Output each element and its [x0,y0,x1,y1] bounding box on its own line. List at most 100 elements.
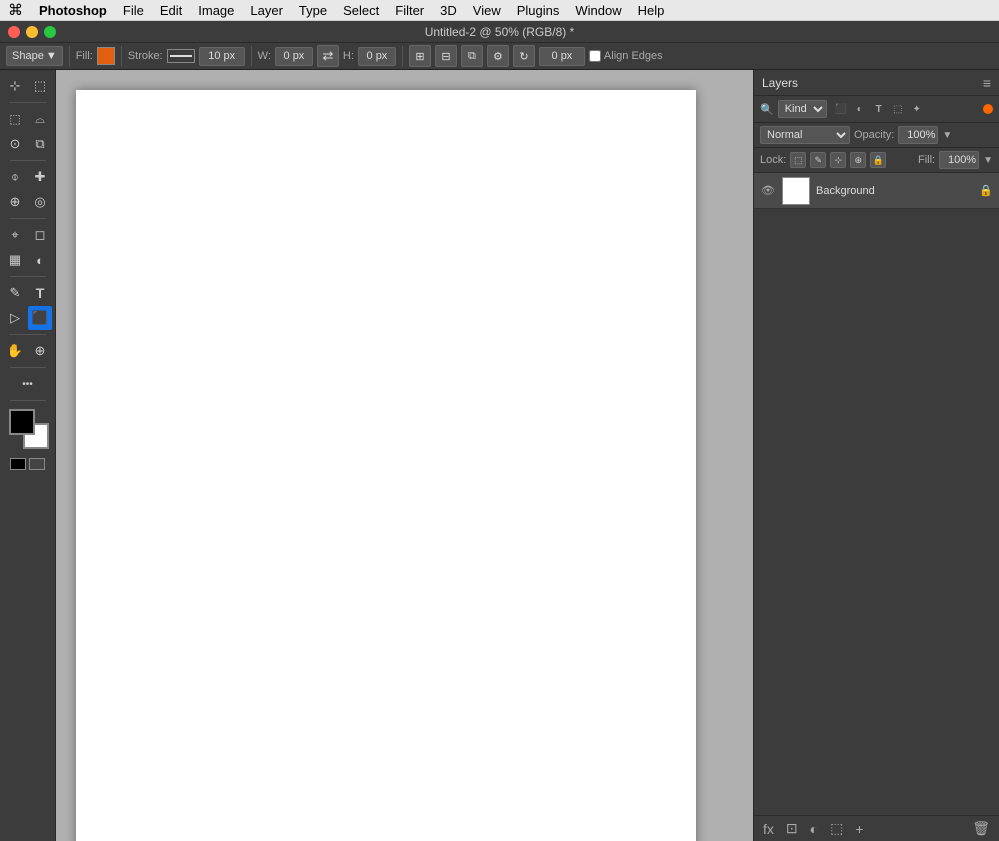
layer-new-btn[interactable]: + [852,821,866,837]
brush-tool[interactable]: ⌖ [3,223,27,247]
layer-item[interactable]: 👁 Background 🔒 [754,173,999,209]
stroke-preview[interactable] [167,49,195,63]
arrange-btn[interactable]: ⧉ [461,45,483,67]
foreground-color-swatch[interactable] [9,409,35,435]
tool-row-gradient: ▦ ◐ [3,248,52,272]
tool-row-eye: ⌽ ✚ [3,165,52,189]
tool-sep-4 [10,276,46,277]
tool-sep-6 [10,367,46,368]
lasso-tool[interactable]: ⌓ [28,107,52,131]
tool-row-select2: ⊙ ⧉ [3,132,52,156]
apple-menu[interactable]: ⌘ [0,1,31,19]
fill-swatch[interactable] [97,47,115,65]
layers-lock-row: Lock: ⬚ ✎ ⊹ ⊕ 🔒 Fill: ▼ [754,148,999,173]
screen-mode-icon[interactable] [29,458,45,470]
menu-image[interactable]: Image [190,3,242,18]
search-icon: 🔍 [760,103,774,116]
lock-all-btn[interactable]: 🔒 [870,152,886,168]
lock-pixels-btn[interactable]: ⬚ [790,152,806,168]
tool-row-selection: ⬚ ⌓ [3,107,52,131]
eraser-tool[interactable]: ◻ [28,223,52,247]
canvas [76,90,696,841]
type-filter-btn[interactable]: T [871,101,887,117]
opacity-label: Opacity: [854,129,894,141]
layers-panel-menu-btn[interactable]: ≡ [983,75,991,91]
canvas-area [56,70,753,841]
filter-toggle[interactable] [983,104,993,114]
options-bar: Shape ▼ Fill: Stroke: 10 px W: ⇄ H: ⊞ ⊟ … [0,43,999,70]
layer-delete-btn[interactable]: 🗑 [969,820,993,837]
menu-plugins[interactable]: Plugins [509,3,568,18]
crop-tool[interactable]: ⧉ [28,132,52,156]
menu-type[interactable]: Type [291,3,335,18]
pen-tool[interactable]: ✎ [3,281,27,305]
kind-select[interactable]: Kind [778,100,827,118]
width-input[interactable] [275,47,313,66]
minimize-button[interactable] [26,26,38,38]
shape-tool[interactable]: ⬛ [28,306,52,330]
layer-mask-btn[interactable]: ⊡ [783,820,801,837]
stroke-width-input[interactable]: 10 px [199,47,245,66]
layer-group-btn[interactable]: ⬚ [827,820,846,837]
layer-visibility-btn[interactable]: 👁 [760,183,776,199]
layers-panel: Layers ≡ 🔍 Kind ⬛ ◐ T ⬚ ✦ [753,70,999,841]
smart-filter-btn[interactable]: ✦ [909,101,925,117]
lock-move-btn[interactable]: ⊹ [830,152,846,168]
menu-filter[interactable]: Filter [387,3,432,18]
blend-mode-select[interactable]: Normal Multiply Screen Overlay [760,126,850,144]
menu-edit[interactable]: Edit [152,3,190,18]
gradient-tool[interactable]: ▦ [3,248,27,272]
h-label: H: [343,50,354,62]
stamp-tool[interactable]: ⊕ [3,190,27,214]
history-tool[interactable]: ◎ [28,190,52,214]
path-select-tool[interactable]: ▷ [3,306,27,330]
transform-btn[interactable]: ↻ [513,45,535,67]
move-tool[interactable]: ⊹ [3,74,27,98]
maximize-button[interactable] [44,26,56,38]
quick-select-tool[interactable]: ⊙ [3,132,27,156]
quick-mask-icon[interactable] [10,458,26,470]
menu-view[interactable]: View [465,3,509,18]
close-button[interactable] [8,26,20,38]
fill-input[interactable] [939,151,979,169]
hand-tool[interactable]: ✋ [3,339,27,363]
distribute-btn[interactable]: ⊟ [435,45,457,67]
shape-filter-btn[interactable]: ⬚ [890,101,906,117]
radius-input[interactable] [539,47,585,66]
app-name[interactable]: Photoshop [31,3,115,18]
blur-tool[interactable]: ◐ [28,248,52,272]
menu-help[interactable]: Help [630,3,673,18]
height-input[interactable] [358,47,396,66]
align-edges-checkbox[interactable] [589,50,601,62]
tool-row-hand: ✋ ⊕ [3,339,52,363]
opacity-input[interactable] [898,126,938,144]
healing-tool[interactable]: ✚ [28,165,52,189]
artboard-tool[interactable]: ⬚ [28,74,52,98]
tool-sep-2 [10,160,46,161]
lock-position-btn[interactable]: ✎ [810,152,826,168]
tool-row-move: ⊹ ⬚ [3,74,52,98]
menu-window[interactable]: Window [567,3,629,18]
lock-artboard-btn[interactable]: ⊕ [850,152,866,168]
constrain-proportions-btn[interactable]: ⇄ [317,45,339,67]
tool-row-pen: ✎ T [3,281,52,305]
eyedropper-tool[interactable]: ⌽ [3,165,27,189]
layer-adjustment-btn[interactable]: ◐ [807,821,821,837]
settings-btn[interactable]: ⚙ [487,45,509,67]
menu-3d[interactable]: 3D [432,3,465,18]
text-tool[interactable]: T [28,281,52,305]
main-layout: ⊹ ⬚ ⬚ ⌓ ⊙ ⧉ ⌽ ✚ ⊕ ◎ ⌖ [0,70,999,841]
lock-label: Lock: [760,154,786,166]
align-btn[interactable]: ⊞ [409,45,431,67]
adjustment-filter-btn[interactable]: ◐ [852,101,868,117]
menu-select[interactable]: Select [335,3,387,18]
more-tools-btn[interactable]: ••• [16,372,40,396]
pixel-filter-btn[interactable]: ⬛ [833,101,849,117]
fill-label: Fill: [918,154,935,166]
shape-mode-btn[interactable]: Shape ▼ [6,46,63,66]
zoom-tool[interactable]: ⊕ [28,339,52,363]
marquee-tool[interactable]: ⬚ [3,107,27,131]
menu-layer[interactable]: Layer [242,3,291,18]
layer-fx-btn[interactable]: fx [760,821,777,837]
menu-file[interactable]: File [115,3,152,18]
